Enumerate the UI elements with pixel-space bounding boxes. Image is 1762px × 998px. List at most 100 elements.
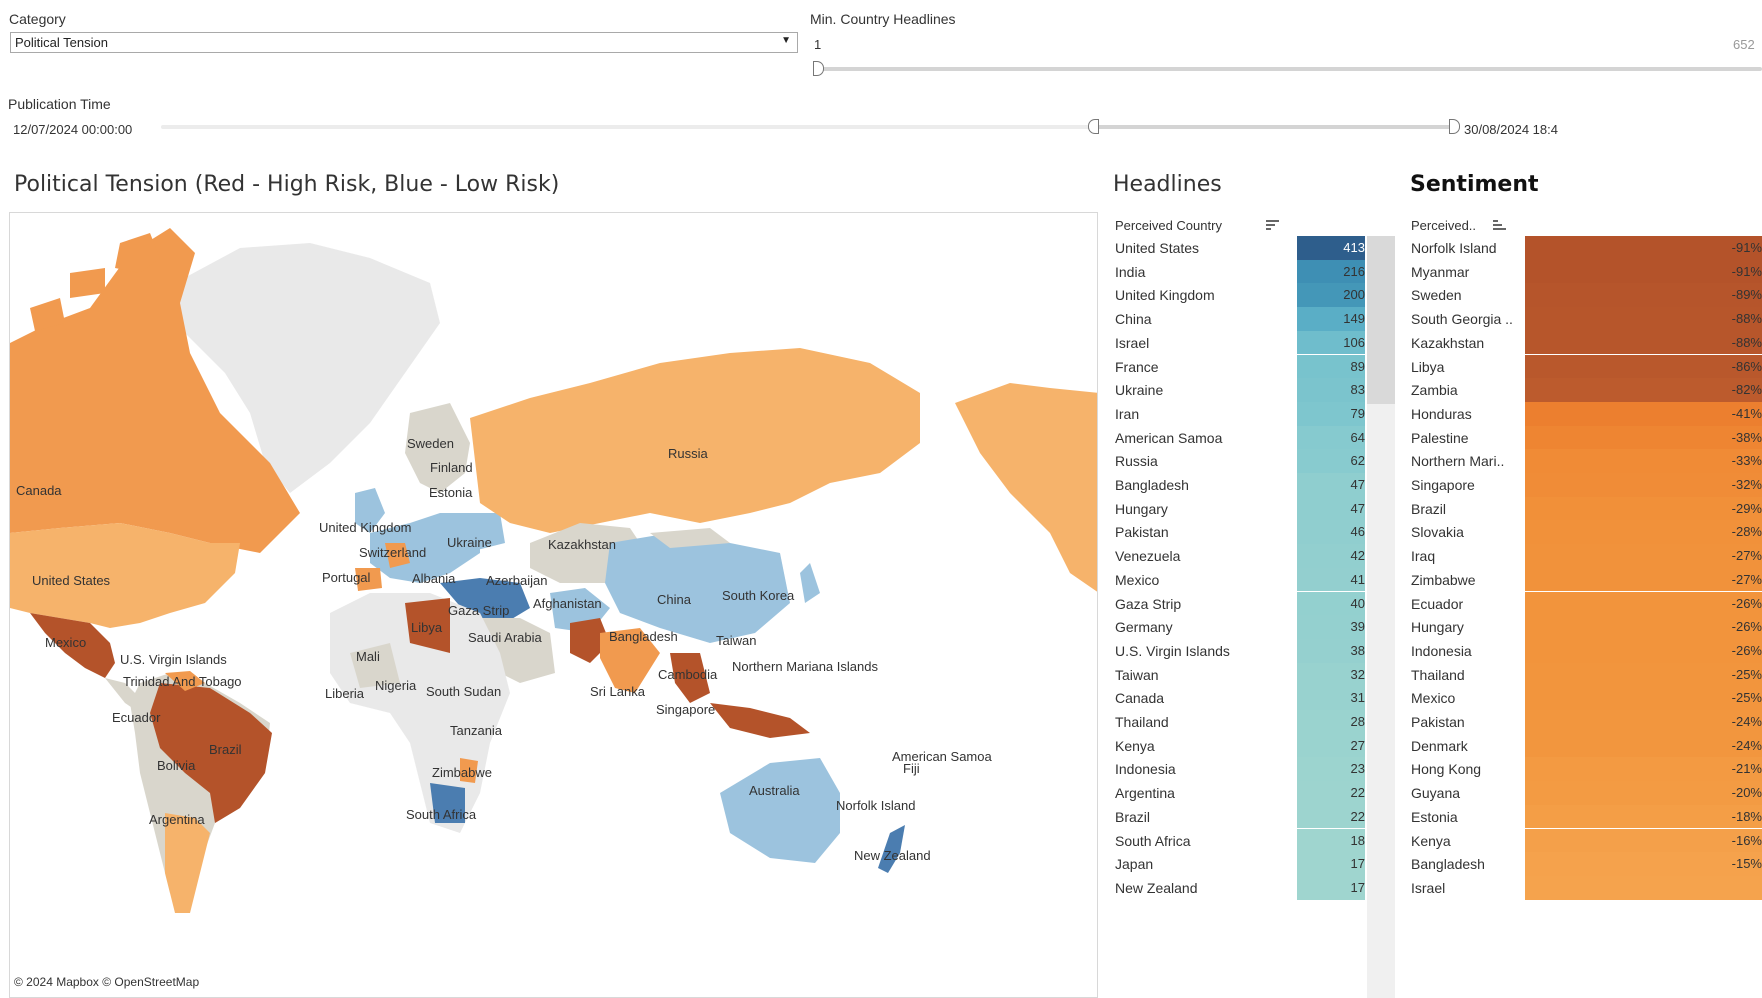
headlines-value-cell[interactable]: 149 — [1297, 307, 1365, 331]
headlines-row[interactable]: Indonesia 23 — [1115, 757, 1365, 782]
sentiment-value-cell[interactable]: -88% — [1525, 307, 1762, 331]
publication-time-end-handle[interactable] — [1449, 119, 1460, 134]
publication-time-start-handle[interactable] — [1088, 119, 1099, 134]
sentiment-value-cell[interactable]: -28% — [1525, 520, 1762, 545]
sentiment-row[interactable]: Honduras -41% — [1411, 401, 1762, 426]
sentiment-row[interactable]: Zimbabwe -27% — [1411, 567, 1762, 592]
headlines-value-cell[interactable]: 47 — [1297, 473, 1365, 497]
sort-ascending-icon[interactable] — [1493, 220, 1506, 230]
headlines-row[interactable]: Brazil 22 — [1115, 804, 1365, 829]
headlines-row[interactable]: France 89 — [1115, 354, 1365, 379]
headlines-value-cell[interactable]: 40 — [1297, 591, 1365, 616]
headlines-row[interactable]: Argentina 22 — [1115, 781, 1365, 805]
sentiment-row[interactable]: Northern Mari.. -33% — [1411, 449, 1762, 473]
sentiment-row[interactable]: Thailand -25% — [1411, 662, 1762, 687]
headlines-value-cell[interactable]: 17 — [1297, 875, 1365, 900]
chevron-down-icon[interactable]: ▼ — [781, 35, 791, 46]
min-headlines-slider-track[interactable] — [818, 67, 1762, 71]
headlines-row[interactable]: Canada 31 — [1115, 686, 1365, 710]
headlines-row[interactable]: Iran 79 — [1115, 401, 1365, 426]
sentiment-value-cell[interactable]: -25% — [1525, 686, 1762, 710]
sentiment-row[interactable]: Brazil -29% — [1411, 496, 1762, 521]
sentiment-value-cell[interactable]: -91% — [1525, 259, 1762, 284]
headlines-row[interactable]: Mexico 41 — [1115, 567, 1365, 592]
sentiment-value-cell[interactable]: -91% — [1525, 236, 1762, 260]
headlines-row[interactable]: Russia 62 — [1115, 449, 1365, 473]
sentiment-value-cell[interactable]: -18% — [1525, 804, 1762, 829]
headlines-row[interactable]: United States 413 — [1115, 236, 1365, 260]
sentiment-value-cell[interactable]: -16% — [1525, 828, 1762, 853]
headlines-column-header[interactable]: Perceived Country — [1115, 218, 1222, 233]
headlines-value-cell[interactable]: 27 — [1297, 733, 1365, 758]
sentiment-row[interactable]: Hungary -26% — [1411, 615, 1762, 639]
headlines-value-cell[interactable]: 22 — [1297, 804, 1365, 829]
sentiment-row[interactable]: Singapore -32% — [1411, 473, 1762, 497]
sentiment-value-cell[interactable]: -26% — [1525, 615, 1762, 639]
headlines-scrollbar-thumb[interactable] — [1367, 236, 1395, 404]
headlines-row[interactable]: U.S. Virgin Islands 38 — [1115, 638, 1365, 663]
argentina-shape[interactable] — [165, 813, 210, 913]
headlines-row[interactable]: Kenya 27 — [1115, 733, 1365, 758]
sentiment-row[interactable]: Slovakia -28% — [1411, 520, 1762, 545]
australia-shape[interactable] — [720, 758, 840, 863]
sort-descending-icon[interactable] — [1266, 220, 1279, 230]
headlines-value-cell[interactable]: 64 — [1297, 425, 1365, 450]
headlines-row[interactable]: United Kingdom 200 — [1115, 283, 1365, 308]
headlines-row[interactable]: Gaza Strip 40 — [1115, 591, 1365, 616]
headlines-row[interactable]: Taiwan 32 — [1115, 662, 1365, 687]
publication-time-track-unselected[interactable] — [161, 125, 1093, 129]
sentiment-value-cell[interactable]: -27% — [1525, 567, 1762, 592]
sentiment-row[interactable]: Indonesia -26% — [1411, 638, 1762, 663]
sentiment-value-cell[interactable]: -15% — [1525, 852, 1762, 876]
sentiment-value-cell[interactable]: -21% — [1525, 757, 1762, 782]
headlines-value-cell[interactable]: 39 — [1297, 615, 1365, 639]
sentiment-list[interactable]: Norfolk Island -91% Myanmar -91% Sweden -89% S… — [1411, 236, 1762, 998]
headlines-row[interactable]: Pakistan 46 — [1115, 520, 1365, 545]
sentiment-row[interactable]: Libya -86% — [1411, 354, 1762, 379]
sentiment-value-cell[interactable]: -27% — [1525, 544, 1762, 568]
headlines-row[interactable]: New Zealand 17 — [1115, 875, 1365, 900]
sentiment-value-cell[interactable]: -26% — [1525, 591, 1762, 616]
sentiment-row[interactable]: Pakistan -24% — [1411, 710, 1762, 734]
sentiment-row[interactable]: Guyana -20% — [1411, 781, 1762, 805]
headlines-row[interactable]: Ukraine 83 — [1115, 378, 1365, 402]
sentiment-value-cell[interactable]: -26% — [1525, 638, 1762, 663]
sentiment-row[interactable]: Sweden -89% — [1411, 283, 1762, 308]
sentiment-row[interactable]: Mexico -25% — [1411, 686, 1762, 710]
sentiment-row[interactable]: Denmark -24% — [1411, 733, 1762, 758]
sentiment-value-cell[interactable]: -25% — [1525, 662, 1762, 687]
sentiment-row[interactable]: Iraq -27% — [1411, 544, 1762, 568]
headlines-value-cell[interactable]: 32 — [1297, 662, 1365, 687]
category-dropdown[interactable]: Political Tension ▼ — [10, 32, 798, 53]
headlines-value-cell[interactable]: 23 — [1297, 757, 1365, 782]
sentiment-row[interactable]: Estonia -18% — [1411, 804, 1762, 829]
indonesia-shape[interactable] — [710, 703, 810, 738]
headlines-list[interactable]: United States 413 India 216 United Kingdom 20… — [1115, 236, 1365, 998]
headlines-value-cell[interactable]: 89 — [1297, 354, 1365, 379]
sentiment-row[interactable]: Norfolk Island -91% — [1411, 236, 1762, 260]
headlines-value-cell[interactable]: 41 — [1297, 567, 1365, 592]
headlines-value-cell[interactable]: 17 — [1297, 852, 1365, 876]
sentiment-row[interactable]: South Georgia .. -88% — [1411, 307, 1762, 331]
headlines-value-cell[interactable]: 46 — [1297, 520, 1365, 545]
japan-shape[interactable] — [800, 563, 820, 603]
headlines-row[interactable]: Japan 17 — [1115, 852, 1365, 876]
headlines-row[interactable]: Israel 106 — [1115, 330, 1365, 355]
sentiment-value-cell[interactable]: -38% — [1525, 425, 1762, 450]
headlines-value-cell[interactable]: 200 — [1297, 283, 1365, 308]
headlines-value-cell[interactable]: 106 — [1297, 330, 1365, 355]
min-headlines-slider-handle[interactable] — [813, 61, 824, 76]
sentiment-value-cell[interactable]: -88% — [1525, 330, 1762, 355]
publication-time-track-selected[interactable] — [1093, 125, 1455, 129]
headlines-value-cell[interactable]: 413 — [1297, 236, 1365, 260]
sentiment-row[interactable]: Bangladesh -15% — [1411, 852, 1762, 876]
headlines-value-cell[interactable]: 28 — [1297, 710, 1365, 734]
sentiment-row[interactable]: Israel — [1411, 875, 1762, 900]
sentiment-value-cell[interactable]: -20% — [1525, 781, 1762, 805]
sentiment-row[interactable]: Palestine -38% — [1411, 425, 1762, 450]
headlines-value-cell[interactable]: 79 — [1297, 401, 1365, 426]
sentiment-row[interactable]: Hong Kong -21% — [1411, 757, 1762, 782]
sentiment-value-cell[interactable]: -33% — [1525, 449, 1762, 473]
headlines-value-cell[interactable]: 18 — [1297, 828, 1365, 853]
russia-east-shape[interactable] — [955, 383, 1098, 593]
